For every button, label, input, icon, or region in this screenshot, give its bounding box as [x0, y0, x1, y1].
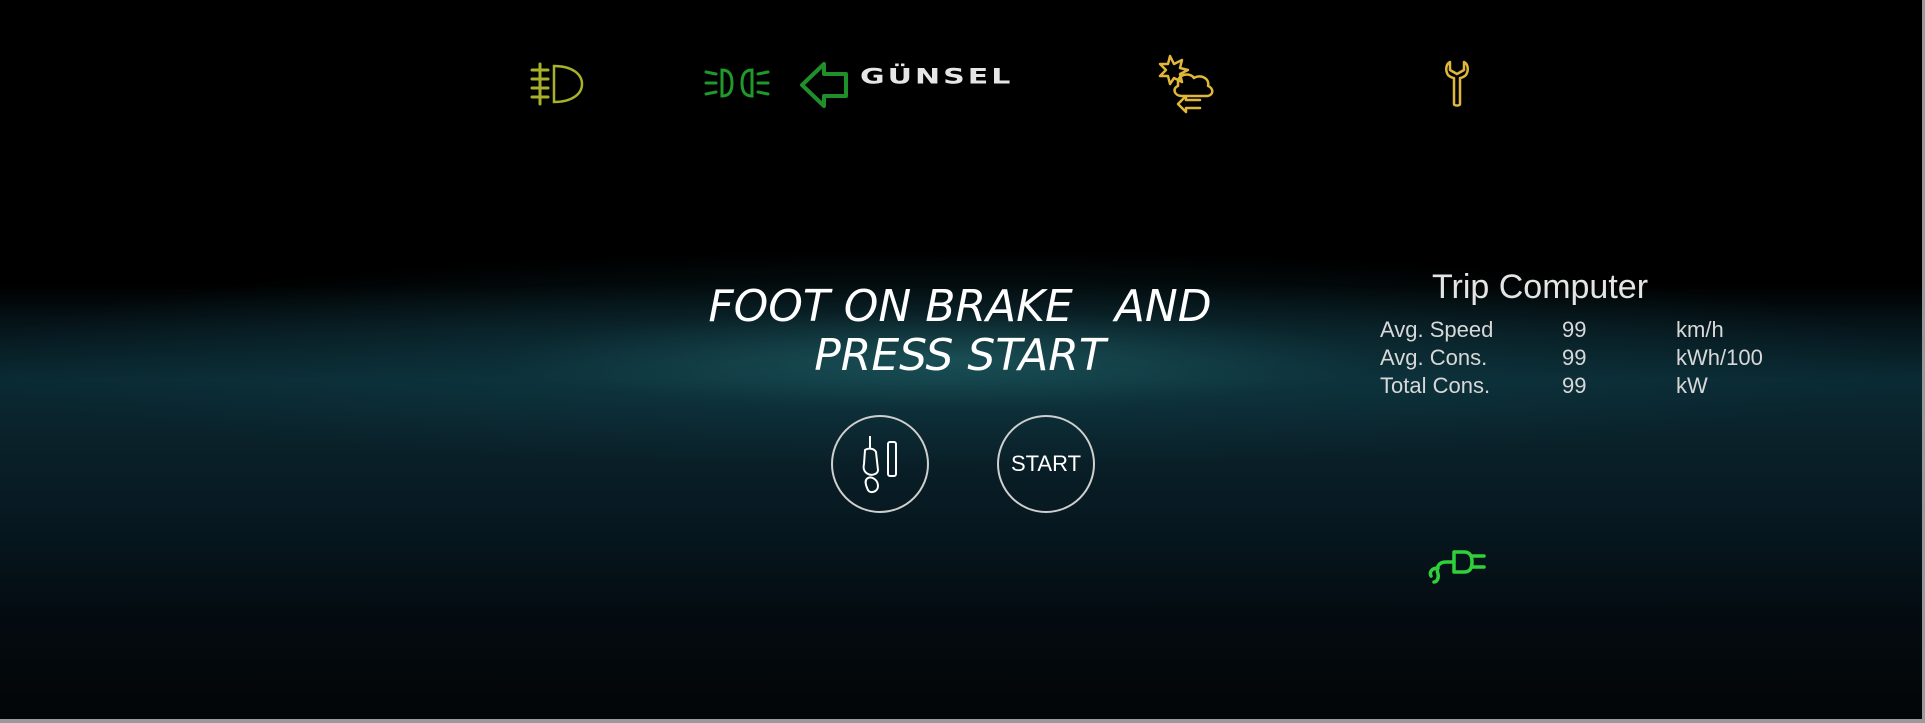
wrench-icon	[1444, 60, 1470, 108]
trip-row-value: 99	[1562, 345, 1587, 370]
brand-logo: GÜNSEL	[800, 60, 1065, 110]
trip-row-value: 99	[1562, 317, 1587, 342]
trip-row-unit: kWh/100	[1676, 345, 1763, 370]
trip-row-label: Avg. Cons.	[1380, 345, 1488, 370]
start-button-label: START	[1010, 451, 1082, 476]
frame-border	[0, 719, 1925, 723]
dashboard-screen: GÜNSEL FOOT ON BRAKE AND PRESS START STA…	[0, 0, 1922, 719]
fog-light-icon	[528, 60, 588, 108]
brake-pedal-button[interactable]	[831, 415, 929, 513]
weather-warning-icon	[1156, 52, 1218, 114]
trip-row-unit: kW	[1676, 373, 1708, 398]
charging-plug-icon	[1424, 544, 1490, 586]
trip-computer-title: Trip Computer	[1432, 268, 1649, 306]
trip-row-label: Total Cons.	[1380, 373, 1491, 398]
brand-logo-text: GÜNSEL	[860, 64, 1014, 90]
start-button[interactable]: START	[997, 415, 1095, 513]
trip-row-label: Avg. Speed	[1380, 317, 1494, 342]
brand-arrow-icon	[800, 60, 850, 110]
position-lights-icon	[704, 62, 770, 104]
trip-row-unit: km/h	[1676, 317, 1724, 342]
start-instruction: FOOT ON BRAKE AND PRESS START	[708, 281, 1212, 381]
trip-row-value: 99	[1562, 373, 1587, 398]
brake-pedal-icon	[862, 436, 897, 494]
